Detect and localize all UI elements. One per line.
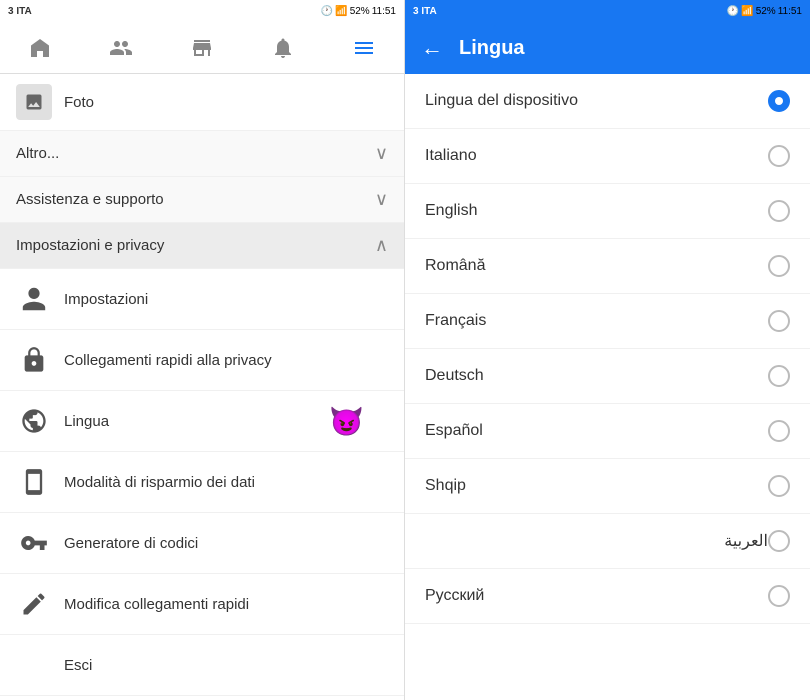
lang-device-label: Lingua del dispositivo <box>425 92 768 110</box>
lang-item-shqip[interactable]: Shqip <box>405 459 810 514</box>
lock-icon <box>16 342 52 378</box>
home-nav[interactable] <box>26 34 54 62</box>
collegamenti-label: Collegamenti rapidi alla privacy <box>64 352 388 369</box>
lang-shqip-label: Shqip <box>425 477 768 495</box>
assistenza-section-header[interactable]: Assistenza e supporto ∨ <box>0 177 404 223</box>
carrier-left: 3 ITA <box>8 6 32 17</box>
exit-icon <box>16 647 52 683</box>
lang-item-francais[interactable]: Français <box>405 294 810 349</box>
radio-arabic[interactable] <box>768 530 790 552</box>
risparmio-label: Modalità di risparmio dei dati <box>64 474 388 491</box>
menu-nav[interactable] <box>350 34 378 62</box>
person-icon <box>16 281 52 317</box>
lang-item-device[interactable]: Lingua del dispositivo <box>405 74 810 129</box>
esci-label: Esci <box>64 657 388 674</box>
impostazioni-item[interactable]: Impostazioni <box>0 269 404 330</box>
lang-russian-label: Русский <box>425 587 768 605</box>
time-left: 11:51 <box>372 6 396 17</box>
radio-shqip[interactable] <box>768 475 790 497</box>
altro-section-header[interactable]: Altro... ∨ <box>0 131 404 177</box>
radio-francais[interactable] <box>768 310 790 332</box>
right-panel: 3 ITA 🕐 📶 52% 11:51 ← Lingua Lingua del … <box>405 0 810 700</box>
assistenza-label: Assistenza e supporto <box>16 191 375 208</box>
lang-item-romana[interactable]: Română <box>405 239 810 294</box>
radio-espanol[interactable] <box>768 420 790 442</box>
foto-label: Foto <box>64 94 94 111</box>
left-panel: 3 ITA 🕐 📶 52% 11:51 <box>0 0 405 700</box>
globe-icon <box>16 403 52 439</box>
signal-icon-right: 📶 <box>741 6 753 17</box>
radio-italiano[interactable] <box>768 145 790 167</box>
marketplace-nav[interactable] <box>188 34 216 62</box>
esci-item[interactable]: Esci <box>0 635 404 696</box>
impostazioni-label: Impostazioni <box>64 291 388 308</box>
lang-deutsch-label: Deutsch <box>425 367 768 385</box>
alarm-icon-right: 🕐 <box>727 6 739 17</box>
assistenza-chevron: ∨ <box>375 189 388 210</box>
modifica-item[interactable]: Modifica collegamenti rapidi <box>0 574 404 635</box>
friends-nav[interactable] <box>107 34 135 62</box>
lang-italiano-label: Italiano <box>425 147 768 165</box>
carrier-right: 3 ITA <box>413 6 437 17</box>
radio-device[interactable] <box>768 90 790 112</box>
signal-icon: 📶 <box>335 6 347 17</box>
impostazioni-section-label: Impostazioni e privacy <box>16 237 375 254</box>
altro-chevron: ∨ <box>375 143 388 164</box>
radio-deutsch[interactable] <box>768 365 790 387</box>
pencil-icon <box>16 586 52 622</box>
lang-item-arabic[interactable]: العربية <box>405 514 810 569</box>
language-list: Lingua del dispositivo Italiano English … <box>405 74 810 700</box>
lang-arabic-label: العربية <box>425 531 768 551</box>
back-button[interactable]: ← <box>421 35 443 61</box>
lang-espanol-label: Español <box>425 422 768 440</box>
phone-icon <box>16 464 52 500</box>
lang-francais-label: Français <box>425 312 768 330</box>
foto-item[interactable]: Foto <box>0 74 404 131</box>
alarm-icon: 🕐 <box>321 6 333 17</box>
radio-romana[interactable] <box>768 255 790 277</box>
key-icon <box>16 525 52 561</box>
altro-label: Altro... <box>16 145 375 162</box>
risparmio-item[interactable]: Modalità di risparmio dei dati <box>0 452 404 513</box>
lang-romana-label: Română <box>425 257 768 275</box>
status-icons-right: 🕐 📶 52% 11:51 <box>727 6 802 17</box>
impostazioni-section-chevron: ∧ <box>375 235 388 256</box>
lingua-item[interactable]: Lingua 😈 <box>0 391 404 452</box>
lingua-title: Lingua <box>459 37 525 60</box>
codici-item[interactable]: Generatore di codici <box>0 513 404 574</box>
time-right: 11:51 <box>778 6 802 17</box>
impostazioni-section-header[interactable]: Impostazioni e privacy ∧ <box>0 223 404 269</box>
lang-item-english[interactable]: English <box>405 184 810 239</box>
modifica-label: Modifica collegamenti rapidi <box>64 596 388 613</box>
radio-english[interactable] <box>768 200 790 222</box>
lang-english-label: English <box>425 202 768 220</box>
battery-left: 52% <box>350 6 370 17</box>
lang-item-russian[interactable]: Русский <box>405 569 810 624</box>
notifications-nav[interactable] <box>269 34 297 62</box>
lang-item-deutsch[interactable]: Deutsch <box>405 349 810 404</box>
battery-right: 52% <box>756 6 776 17</box>
nav-bar-left <box>0 22 404 74</box>
status-icons-left: 🕐 📶 52% 11:51 <box>321 6 396 17</box>
foto-icon <box>16 84 52 120</box>
lingua-header: ← Lingua <box>405 22 810 74</box>
status-bar-left: 3 ITA 🕐 📶 52% 11:51 <box>0 0 404 22</box>
lang-item-espanol[interactable]: Español <box>405 404 810 459</box>
collegamenti-item[interactable]: Collegamenti rapidi alla privacy <box>0 330 404 391</box>
lang-item-italiano[interactable]: Italiano <box>405 129 810 184</box>
status-bar-right: 3 ITA 🕐 📶 52% 11:51 <box>405 0 810 22</box>
devil-emoji: 😈 <box>329 405 364 438</box>
menu-list: Foto Altro... ∨ Assistenza e supporto ∨ … <box>0 74 404 700</box>
codici-label: Generatore di codici <box>64 535 388 552</box>
radio-russian[interactable] <box>768 585 790 607</box>
